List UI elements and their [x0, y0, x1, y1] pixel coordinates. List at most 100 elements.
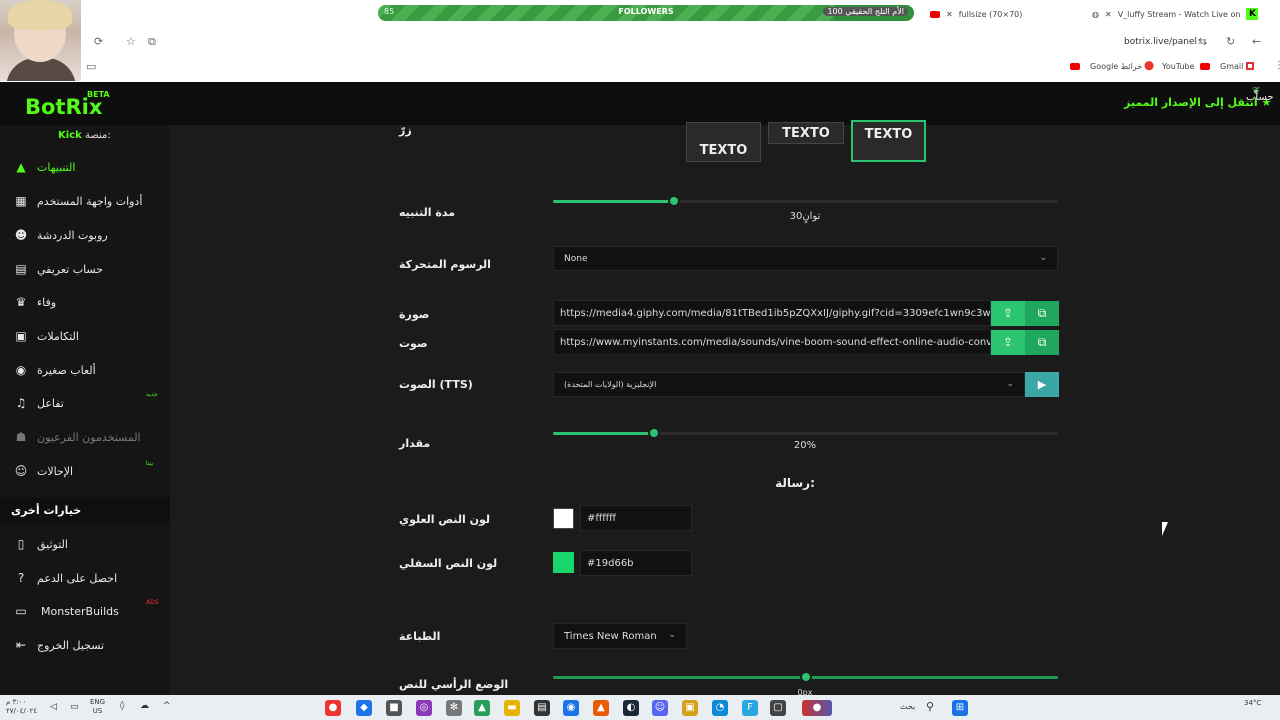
app-icon-2[interactable]: ◆	[356, 700, 372, 716]
volume-slider-handle[interactable]	[648, 427, 660, 439]
sidebar-item-chatbot[interactable]: ☻ روبوت الدردشة	[0, 220, 170, 250]
tab-kick[interactable]: ◍ ✕ V_luffy Stream - Watch Live on K	[1092, 4, 1259, 24]
volume-icon[interactable]: ◁	[50, 702, 57, 712]
app-icon-15[interactable]: F	[742, 700, 758, 716]
sidebar-item-profile[interactable]: ▤ حساب تعريفي	[0, 254, 170, 284]
duration-label: مدة التنبيه	[399, 206, 456, 219]
image-url-input[interactable]: https://media4.giphy.com/media/81tTBed1i…	[553, 300, 991, 326]
app-icon-8[interactable]: ▤	[534, 700, 550, 716]
chevron-up-icon[interactable]: ^	[163, 701, 171, 711]
sidebar-item-loyalty[interactable]: ♛ وفاء	[0, 287, 170, 317]
sidebar-item-alerts[interactable]: ▲ التنبيهات	[0, 152, 170, 182]
tts-play-button[interactable]: ▶	[1025, 372, 1059, 397]
sidebar-item-minigames[interactable]: ◉ ألعاب صغيرة	[0, 355, 170, 385]
style-thumb-2[interactable]: TEXTO	[768, 122, 844, 144]
upload-image-button[interactable]: ⇪	[991, 301, 1025, 326]
weather-temp[interactable]: 34°C	[1244, 699, 1261, 707]
app-icon-16[interactable]: ▢	[770, 700, 786, 716]
other-options-title: خيارات أخرى	[0, 497, 170, 525]
avatar: ❦	[1252, 86, 1261, 97]
font-select[interactable]: Times New Roman ⌄	[553, 623, 687, 649]
tts-voice-select[interactable]: الإنجليزية (الولايات المتحدة) ⌄	[553, 372, 1025, 397]
steam-icon[interactable]: ◐	[623, 700, 639, 716]
sidebar-toggle-icon[interactable]: ▭	[86, 60, 96, 73]
url-text[interactable]: botrix.live/panel	[1124, 37, 1197, 47]
sidebar-item-interaction[interactable]: ♫ تفاعل جديد	[0, 388, 170, 418]
upload-icon: ⇪	[1002, 335, 1014, 349]
back-icon[interactable]: ←	[1252, 35, 1261, 48]
bookmark-gmail[interactable]: Gmail	[1220, 62, 1243, 71]
top-color-input[interactable]: #ffffff	[580, 505, 692, 531]
sidebar-item-monsterbuilds[interactable]: ▭ MonsterBuilds ADS	[0, 596, 170, 626]
top-color-swatch[interactable]	[553, 508, 574, 529]
edge-icon[interactable]: ◔	[712, 700, 728, 716]
animations-selected: None	[564, 254, 588, 264]
animations-select[interactable]: None ⌄	[553, 246, 1058, 271]
top-text-color-label: لون النص العلوي	[399, 513, 491, 526]
style-thumb-3-selected[interactable]: TEXTO	[851, 120, 926, 162]
discord-icon[interactable]: ☺	[652, 700, 668, 716]
referrals-icon: ☺	[14, 464, 28, 478]
tab-youtube[interactable]: ✕ fullsize (70×70)	[930, 4, 1022, 24]
extensions-icon[interactable]: ⟳	[94, 35, 103, 48]
settings-icon[interactable]: ✻	[446, 700, 462, 716]
translate-icon[interactable]: ⧉	[148, 35, 156, 49]
app-icon-1[interactable]: ●	[325, 700, 341, 716]
sidebar-item-subusers[interactable]: ☗ المستخدمون الفرعيون	[0, 422, 170, 452]
button-style-label: زرّ	[399, 124, 412, 137]
vertical-position-slider[interactable]	[553, 671, 1058, 683]
bookmark-youtube[interactable]: YouTube	[1162, 62, 1195, 71]
app-icon-10[interactable]: ▲	[593, 700, 609, 716]
sidebar-item-widgets[interactable]: ▦ أدوات واجهة المستخدم	[0, 186, 170, 216]
sidebar-item-label: تفاعل	[37, 396, 64, 410]
app-icon-3[interactable]: ■	[386, 700, 402, 716]
volume-slider[interactable]	[553, 427, 1058, 439]
close-icon[interactable]: ✕	[1105, 10, 1112, 19]
search-icon[interactable]: ⚲	[926, 700, 934, 713]
font-selected: Times New Roman	[564, 631, 657, 642]
app-icon-13[interactable]: ▣	[682, 700, 698, 716]
gallery-image-button[interactable]: ⧉	[1025, 301, 1059, 326]
sound-url-input[interactable]: https://www.myinstants.com/media/sounds/…	[553, 329, 991, 355]
sidebar-item-logout[interactable]: ⇤ تسجيل الخروج	[0, 630, 170, 660]
thumb-text: TEXTO	[699, 142, 748, 158]
search-label[interactable]: بحث	[900, 702, 915, 711]
chevron-down-icon: ⌄	[1039, 253, 1047, 263]
language-indicator[interactable]: ENG US	[90, 698, 105, 716]
site-settings-icon[interactable]: ⇆	[1198, 35, 1207, 48]
chrome-icon[interactable]: ◉	[563, 700, 579, 716]
network-icon[interactable]: ▭	[70, 702, 79, 712]
mic-icon[interactable]: ◊	[120, 701, 124, 711]
app-icon-4[interactable]: ◎	[416, 700, 432, 716]
sidebar-item-integrations[interactable]: ▣ التكاملات	[0, 321, 170, 351]
style-thumb-1[interactable]: TEXTO	[686, 122, 761, 162]
sidebar-item-referrals[interactable]: ☺ الإحالات بيتا	[0, 456, 170, 486]
app-icon-17[interactable]: ●	[802, 700, 832, 716]
close-icon[interactable]: ✕	[946, 10, 953, 19]
clock[interactable]: ٣:٠٠ م ٢٧/٠٤/٠٢٤	[6, 698, 37, 716]
gallery-sound-button[interactable]: ⧉	[1025, 330, 1059, 355]
scrollbar[interactable]	[1270, 125, 1280, 695]
more-icon[interactable]: ⋮	[1274, 60, 1280, 71]
integrations-icon: ▣	[15, 329, 27, 343]
chevron-down-icon: ⌄	[1006, 379, 1014, 389]
folder-icon[interactable]: ▬	[504, 700, 520, 716]
account-menu[interactable]: حساب ❦	[1246, 86, 1274, 103]
reload-icon[interactable]: ↻	[1226, 35, 1235, 48]
windows-start-icon[interactable]: ⊞	[952, 700, 968, 716]
sidebar-item-support[interactable]: ? احصل على الدعم	[0, 563, 170, 593]
duration-slider[interactable]	[553, 195, 1058, 207]
app-header	[0, 82, 1280, 125]
cloud-icon[interactable]: ☁	[140, 701, 149, 711]
upload-sound-button[interactable]: ⇪	[991, 330, 1025, 355]
bottom-color-input[interactable]: #19d66b	[580, 550, 692, 576]
bottom-color-swatch[interactable]	[553, 552, 574, 573]
bookmark-maps[interactable]: Google خرائط	[1090, 62, 1142, 71]
app-icon-6[interactable]: ▲	[474, 700, 490, 716]
vertical-slider-handle[interactable]	[799, 671, 812, 683]
sidebar-item-docs[interactable]: ▯ التوثيق	[0, 529, 170, 559]
music-icon: ♫	[15, 396, 27, 410]
font-label: الطباعة	[399, 630, 441, 643]
star-icon[interactable]: ☆	[126, 35, 136, 48]
mouse-cursor	[1162, 522, 1168, 536]
